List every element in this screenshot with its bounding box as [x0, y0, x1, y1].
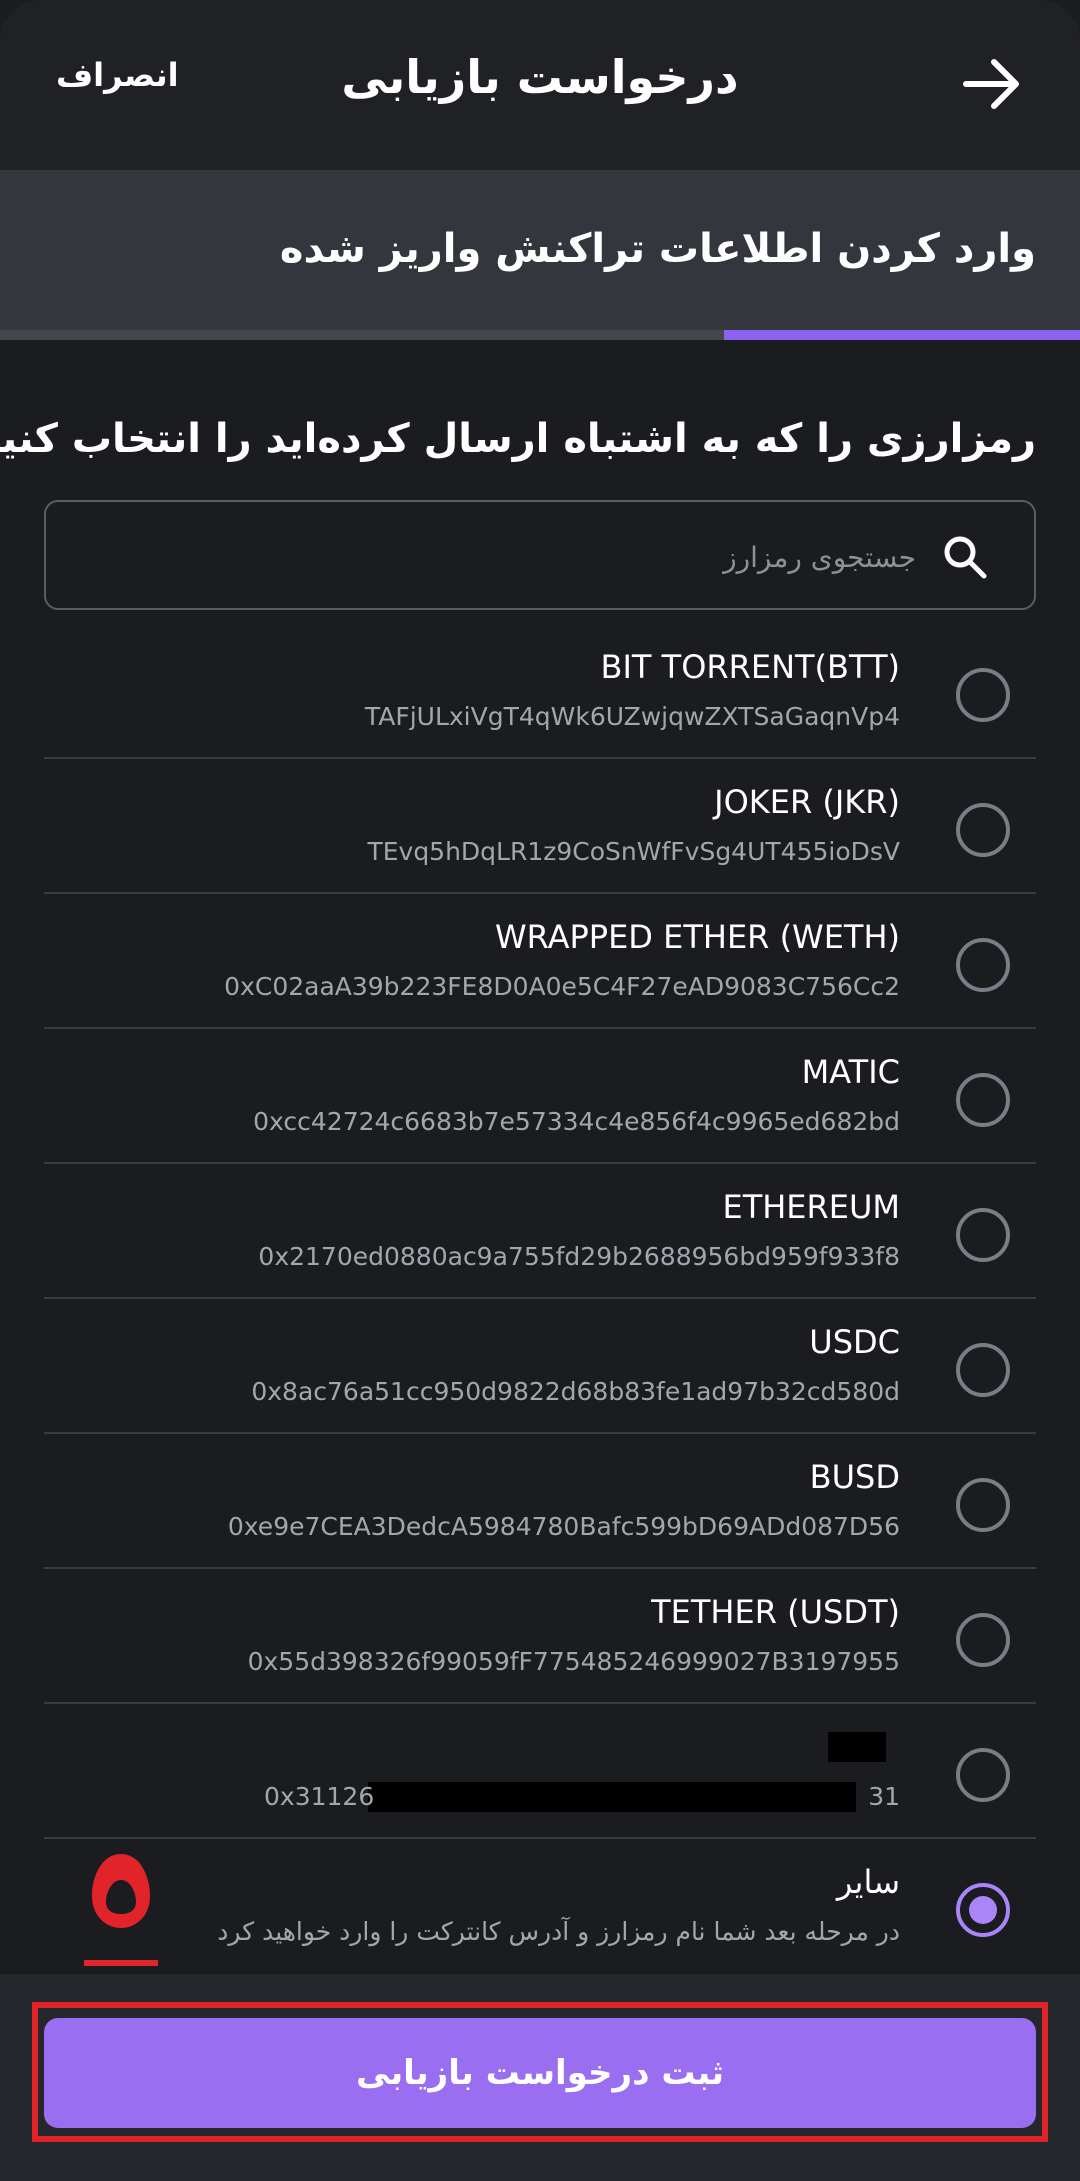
token-item[interactable]: TETHER (USDT) 0x55d398326f99059fF7754852…	[44, 1569, 1036, 1704]
step-header: وارد کردن اطلاعات تراکنش واریز شده	[0, 170, 1080, 330]
token-item[interactable]: BUSD 0xe9e7CEA3DedcA5984780Bafc599bD69AD…	[44, 1434, 1036, 1569]
token-address: 0xC02aaA39b223FE8D0A0e5C4F27eAD9083C756C…	[224, 972, 900, 1001]
token-item[interactable]: WRAPPED ETHER (WETH) 0xC02aaA39b223FE8D0…	[44, 894, 1036, 1029]
progress-bar	[0, 330, 1080, 340]
arrow-right-icon[interactable]	[960, 52, 1024, 116]
radio-button[interactable]	[956, 1478, 1010, 1532]
token-item[interactable]: USDC 0x8ac76a51cc950d9822d68b83fe1ad97b3…	[44, 1299, 1036, 1434]
radio-button[interactable]	[956, 1208, 1010, 1262]
token-name: USDC	[809, 1323, 900, 1361]
step-title: وارد کردن اطلاعات تراکنش واریز شده	[279, 226, 1036, 272]
radio-button[interactable]	[956, 803, 1010, 857]
token-name: BIT TORRENT(BTT)	[600, 648, 900, 686]
page-title: درخواست بازیابی	[341, 50, 739, 104]
token-item[interactable]: BIT TORRENT(BTT) TAFjULxiVgT4qWk6UZwjqwZ…	[44, 624, 1036, 759]
token-address: TAFjULxiVgT4qWk6UZwjqwZXTSaGaqnVp4	[364, 702, 900, 731]
token-address: 0x2170ed0880ac9a755fd29b2688956bd959f933…	[258, 1242, 900, 1271]
radio-button[interactable]	[956, 1343, 1010, 1397]
redacted-address-block	[368, 1782, 856, 1812]
search-input[interactable]	[156, 530, 916, 584]
token-address: 0x8ac76a51cc950d9822d68b83fe1ad97b32cd58…	[251, 1377, 900, 1406]
token-name: JOKER (JKR)	[714, 783, 900, 821]
search-box[interactable]	[44, 500, 1036, 610]
radio-button[interactable]	[956, 668, 1010, 722]
token-name: TETHER (USDT)	[651, 1593, 900, 1631]
progress-fill	[723, 330, 1080, 340]
radio-button[interactable]	[956, 1613, 1010, 1667]
token-address-start: 0x31126	[264, 1782, 375, 1811]
select-prompt: رمزارزی را که به اشتباه ارسال کرده‌اید ر…	[0, 416, 1036, 462]
token-address-end: 31	[868, 1782, 900, 1811]
token-item-redacted[interactable]: 31 0x31126	[44, 1704, 1036, 1839]
annotation-underline	[84, 1960, 158, 1966]
radio-button[interactable]	[956, 938, 1010, 992]
token-address: 0x55d398326f99059fF775485246999027B31979…	[247, 1647, 900, 1676]
token-address: TEvq5hDqLR1z9CoSnWfFvSg4UT455ioDsV	[367, 837, 900, 866]
token-address: 0xe9e7CEA3DedcA5984780Bafc599bD69ADd087D…	[227, 1512, 900, 1541]
radio-button[interactable]	[956, 1748, 1010, 1802]
radio-button-selected[interactable]	[956, 1883, 1010, 1937]
token-name: WRAPPED ETHER (WETH)	[495, 918, 900, 956]
submit-recovery-button[interactable]: ثبت درخواست بازیابی	[44, 2018, 1036, 2128]
radio-button[interactable]	[956, 1073, 1010, 1127]
redacted-name-block	[828, 1732, 886, 1762]
token-item[interactable]: ETHEREUM 0x2170ed0880ac9a755fd29b2688956…	[44, 1164, 1036, 1299]
token-list: BIT TORRENT(BTT) TAFjULxiVgT4qWk6UZwjqwZ…	[44, 624, 1036, 1974]
token-name: BUSD	[809, 1458, 900, 1496]
search-icon	[944, 536, 987, 579]
header: انصراف درخواست بازیابی	[0, 0, 1080, 170]
token-name: MATIC	[801, 1053, 900, 1091]
other-option-label: سایر	[836, 1863, 900, 1901]
annotation-number	[92, 1854, 150, 1928]
other-option-description: در مرحله بعد شما نام رمزارز و آدرس کانتر…	[217, 1917, 900, 1946]
token-address: 0xcc42724c6683b7e57334c4e856f4c9965ed682…	[253, 1107, 900, 1136]
other-option[interactable]: سایر در مرحله بعد شما نام رمزارز و آدرس …	[44, 1839, 1036, 1974]
token-item[interactable]: MATIC 0xcc42724c6683b7e57334c4e856f4c996…	[44, 1029, 1036, 1164]
token-name: ETHEREUM	[722, 1188, 900, 1226]
token-item[interactable]: JOKER (JKR) TEvq5hDqLR1z9CoSnWfFvSg4UT45…	[44, 759, 1036, 894]
